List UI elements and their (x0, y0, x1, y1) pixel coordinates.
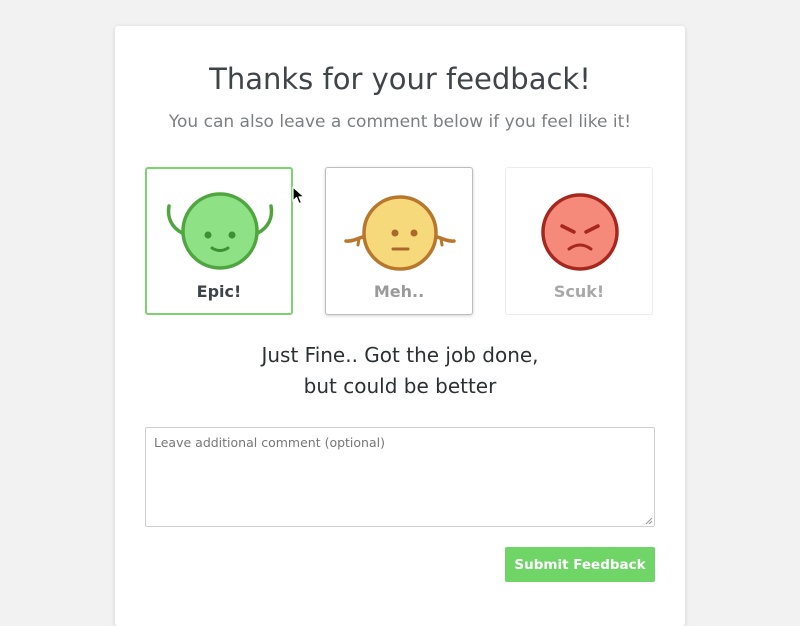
rating-option-epic[interactable]: Epic! (145, 167, 293, 315)
option-label-epic: Epic! (196, 282, 242, 301)
rating-message-line-1: Just Fine.. Got the job done, (261, 343, 539, 367)
rating-option-scuk[interactable]: Scuk! (505, 167, 653, 315)
page-subtitle: You can also leave a comment below if yo… (168, 112, 632, 132)
option-label-scuk: Scuk! (553, 282, 605, 301)
option-label-meh: Meh.. (373, 282, 425, 301)
feedback-card: Thanks for your feedback! You can also l… (115, 26, 685, 626)
comment-textarea[interactable] (145, 427, 655, 527)
resize-grip-icon[interactable] (645, 517, 653, 525)
submit-feedback-button[interactable]: Submit Feedback (505, 547, 655, 582)
page-title: Thanks for your feedback! (209, 62, 591, 96)
rating-message-line-2: but could be better (303, 374, 497, 398)
rating-option-meh[interactable]: Meh.. (325, 167, 473, 315)
rating-message: Just Fine.. Got the job done, but could … (115, 340, 685, 402)
